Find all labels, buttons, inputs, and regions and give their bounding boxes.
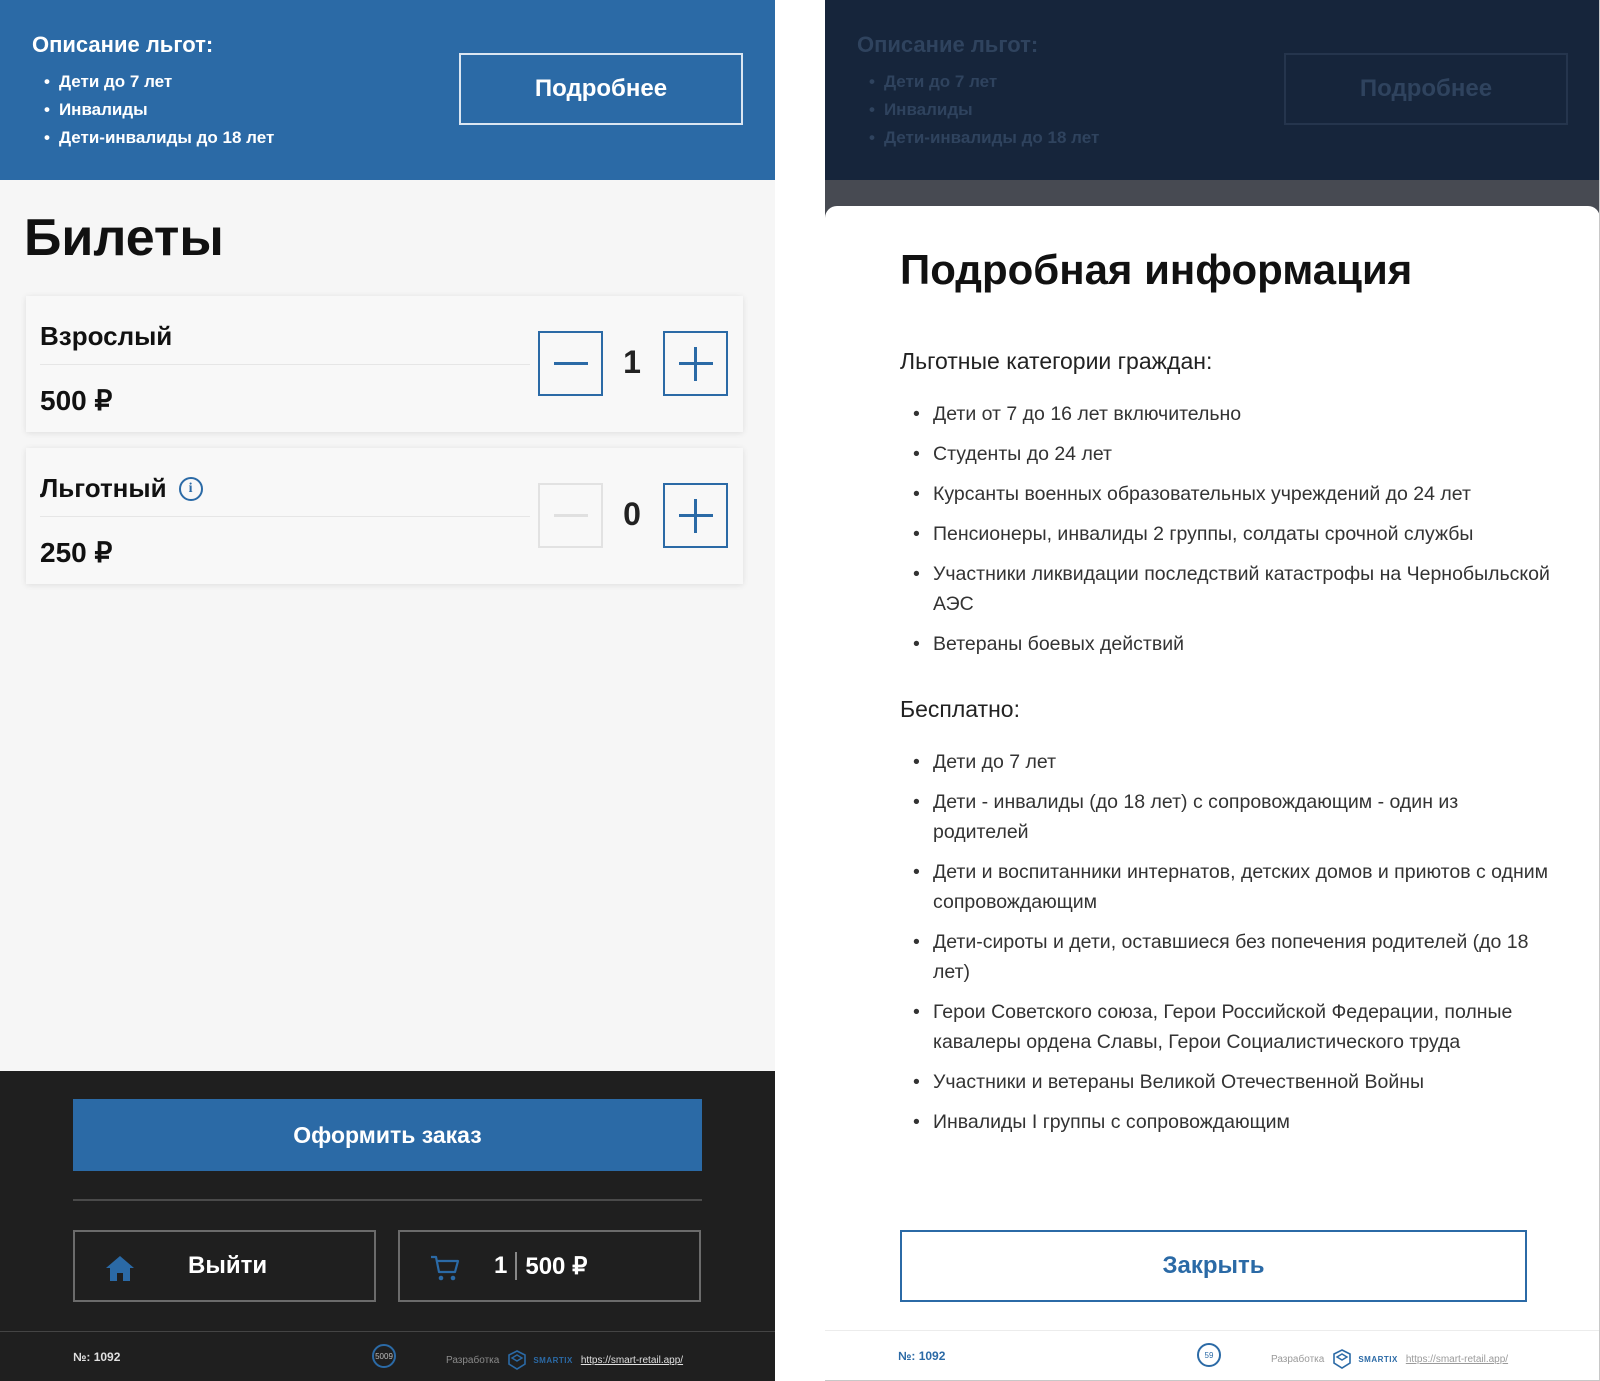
banner-item: Дети-инвалиды до 18 лет	[869, 124, 1099, 152]
list-item: Пенсионеры, инвалиды 2 группы, солдаты с…	[913, 519, 1553, 549]
minus-icon	[553, 514, 588, 517]
cart-count: 1	[494, 1252, 508, 1279]
exit-button[interactable]: Выйти	[73, 1230, 376, 1302]
status-badge: 5009	[372, 1344, 396, 1368]
decrease-button[interactable]	[538, 483, 603, 548]
banner-title: Описание льгот:	[857, 32, 1039, 57]
developer-credit: Разработка SMARTIX https://smart-retail.…	[446, 1350, 683, 1370]
ticket-name-label: Льготный	[40, 473, 167, 503]
brand-name: SMARTIX	[1358, 1354, 1398, 1364]
banner-item: Инвалиды	[44, 96, 274, 124]
footer: №: 1092 5009 Разработка SMARTIX https://…	[0, 1331, 775, 1381]
terminal-number: №: 1092	[898, 1349, 946, 1363]
list-item: Дети-сироты и дети, оставшиеся без попеч…	[913, 927, 1553, 987]
banner-title: Описание льгот:	[32, 32, 214, 57]
list-item: Ветераны боевых действий	[913, 629, 1553, 659]
list-item: Дети от 7 до 16 лет включительно	[913, 399, 1553, 429]
cart-button[interactable]: 1 500 ₽	[398, 1230, 701, 1302]
smartix-logo-icon	[508, 1350, 527, 1370]
ticket-price: 500 ₽	[40, 385, 113, 416]
banner-item: Дети-инвалиды до 18 лет	[44, 124, 274, 152]
section-title-free: Бесплатно:	[900, 696, 1020, 722]
list-item: Дети - инвалиды (до 18 лет) с сопровожда…	[913, 787, 1553, 847]
list-item: Студенты до 24 лет	[913, 439, 1553, 469]
divider	[515, 1252, 518, 1280]
place-order-button[interactable]: Оформить заказ	[73, 1099, 702, 1171]
developer-label: Разработка	[446, 1354, 500, 1366]
ticket-price: 250 ₽	[40, 537, 113, 568]
plus-icon	[678, 346, 713, 381]
list-item: Дети и воспитанники интернатов, детских …	[913, 857, 1553, 917]
cart-icon	[431, 1255, 460, 1281]
tickets-screen: Описание льгот: Дети до 7 лет Инвалиды Д…	[0, 0, 775, 1381]
free-list: Дети до 7 лет Дети - инвалиды (до 18 лет…	[913, 747, 1553, 1147]
banner-list: Дети до 7 лет Инвалиды Дети-инвалиды до …	[44, 68, 274, 152]
divider	[73, 1199, 702, 1201]
divider	[40, 364, 530, 365]
banner-item: Инвалиды	[869, 96, 1099, 124]
benefits-banner-dimmed: Описание льгот: Дети до 7 лет Инвалиды Д…	[825, 0, 1599, 180]
benefits-banner: Описание льгот: Дети до 7 лет Инвалиды Д…	[0, 0, 775, 180]
banner-item: Дети до 7 лет	[869, 68, 1099, 96]
list-item: Участники и ветераны Великой Отечественн…	[913, 1067, 1553, 1097]
plus-icon	[678, 498, 713, 533]
section-title-benefits: Льготные категории граждан:	[900, 348, 1213, 374]
list-item: Участники ликвидации последствий катастр…	[913, 559, 1553, 619]
quantity-value: 1	[623, 344, 641, 380]
list-item: Инвалиды I группы с сопровождающим	[913, 1107, 1553, 1137]
developer-link[interactable]: https://smart-retail.app/	[581, 1355, 683, 1366]
brand-name: SMARTIX	[533, 1355, 573, 1365]
list-item: Герои Советского союза, Герои Российской…	[913, 997, 1553, 1057]
list-item: Курсанты военных образовательных учрежде…	[913, 479, 1553, 509]
ticket-name-label: Взрослый	[40, 321, 173, 351]
ticket-name: Взрослый	[40, 321, 172, 352]
list-item: Дети до 7 лет	[913, 747, 1553, 777]
exit-label: Выйти	[188, 1252, 268, 1279]
benefits-list: Дети от 7 до 16 лет включительно Студент…	[913, 399, 1553, 669]
ticket-card-adult: Взрослый 500 ₽ 1	[26, 296, 743, 432]
developer-link[interactable]: https://smart-retail.app/	[1406, 1354, 1508, 1365]
page-title: Билеты	[24, 209, 224, 267]
quantity-value: 0	[623, 496, 641, 532]
cart-summary: 1 500 ₽	[494, 1252, 587, 1281]
terminal-number: №: 1092	[73, 1350, 121, 1364]
minus-icon	[553, 362, 588, 365]
increase-button[interactable]	[663, 331, 728, 396]
increase-button[interactable]	[663, 483, 728, 548]
cart-total: 500 ₽	[525, 1252, 588, 1280]
more-button[interactable]: Подробнее	[459, 53, 743, 125]
footer: №: 1092 59 Разработка SMARTIX https://sm…	[825, 1330, 1599, 1380]
ticket-name: Льготный i	[40, 473, 203, 504]
info-icon[interactable]: i	[178, 476, 203, 501]
status-badge: 59	[1197, 1343, 1221, 1367]
more-button: Подробнее	[1284, 53, 1568, 125]
details-screen: Описание льгот: Дети до 7 лет Инвалиды Д…	[825, 0, 1600, 1381]
divider	[40, 516, 530, 517]
smartix-logo-icon	[1333, 1349, 1352, 1369]
home-icon	[106, 1256, 134, 1281]
details-modal: Подробная информация Льготные категории …	[825, 206, 1599, 1380]
modal-title: Подробная информация	[900, 246, 1413, 293]
developer-credit: Разработка SMARTIX https://smart-retail.…	[1271, 1349, 1508, 1369]
developer-label: Разработка	[1271, 1353, 1325, 1365]
banner-item: Дети до 7 лет	[44, 68, 274, 96]
banner-list: Дети до 7 лет Инвалиды Дети-инвалиды до …	[869, 68, 1099, 152]
ticket-card-reduced: Льготный i 250 ₽ 0	[26, 448, 743, 584]
decrease-button[interactable]	[538, 331, 603, 396]
close-button[interactable]: Закрыть	[900, 1230, 1527, 1302]
